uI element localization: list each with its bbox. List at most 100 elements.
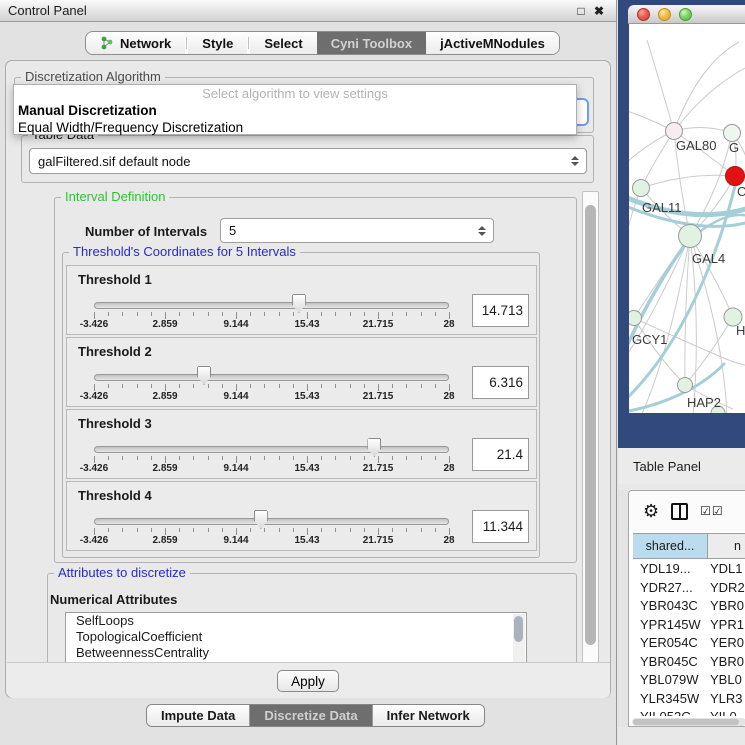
column-header-shared-name[interactable]: shared...: [633, 534, 708, 558]
gear-icon[interactable]: ⚙: [643, 502, 659, 520]
threshold-value-field[interactable]: 21.4: [472, 438, 529, 471]
table-data-combobox[interactable]: galFiltered.sif default node: [29, 148, 587, 174]
tick-mark: [179, 456, 180, 460]
tick-mark: [307, 456, 308, 463]
cell-name[interactable]: YBR0: [708, 597, 745, 616]
tick-mark: [335, 384, 336, 388]
dropdown-option-equal-width[interactable]: Equal Width/Frequency Discretization: [14, 119, 576, 136]
panel-scrollbar-thumb[interactable]: [585, 205, 596, 645]
cell-name[interactable]: YPR1: [708, 616, 745, 635]
slider-handle[interactable]: [367, 438, 381, 457]
table-row[interactable]: YDR27...YDR2: [633, 579, 745, 598]
list-item[interactable]: BetweennessCentrality: [66, 645, 526, 661]
tick-mark: [264, 384, 265, 388]
select-columns-checkbox-icons[interactable]: ☑☑: [700, 504, 724, 518]
number-of-intervals-combobox[interactable]: 5: [220, 218, 494, 243]
float-window-icon[interactable]: □: [572, 4, 590, 18]
table-data-group: Table Data galFiltered.sif default node: [21, 135, 594, 183]
table-row[interactable]: YDL19...YDL1: [633, 560, 745, 579]
cell-name[interactable]: YDR2: [708, 579, 745, 598]
tick-mark: [165, 312, 166, 319]
bottom-tabbar: Impute Data Discretize Data Infer Networ…: [146, 704, 485, 727]
cell-shared-name[interactable]: YDR27...: [633, 579, 708, 598]
tab-impute-data[interactable]: Impute Data: [147, 705, 249, 726]
cell-shared-name[interactable]: YER054C: [633, 634, 708, 653]
table-row[interactable]: YBR043CYBR0: [633, 597, 745, 616]
tab-select[interactable]: Select: [250, 32, 316, 54]
tab-impute-data-label: Impute Data: [161, 708, 235, 723]
network-window-titlebar[interactable]: [628, 5, 745, 24]
table-row[interactable]: YBL079WYBL0: [633, 671, 745, 690]
slider-handle[interactable]: [292, 294, 306, 313]
list-scrollbar-thumb[interactable]: [514, 616, 523, 642]
table-row[interactable]: YBR045CYBR0: [633, 653, 745, 672]
tab-discretize-data[interactable]: Discretize Data: [249, 705, 371, 726]
slider-track[interactable]: [94, 374, 449, 381]
cell-name[interactable]: YER0: [708, 634, 745, 653]
cell-shared-name[interactable]: YBL079W: [633, 671, 708, 690]
tab-separator: [248, 37, 249, 49]
network-nodes[interactable]: [629, 123, 745, 414]
zoom-traffic-light-icon[interactable]: [679, 8, 692, 21]
close-icon[interactable]: ✖: [590, 4, 608, 18]
tab-style-label: Style: [202, 36, 233, 51]
tab-style[interactable]: Style: [188, 32, 247, 54]
tick-mark: [279, 456, 280, 460]
cell-shared-name[interactable]: YDL19...: [633, 560, 708, 579]
cell-name[interactable]: YLR3: [708, 690, 745, 709]
tick-label: 21.715: [351, 535, 405, 546]
list-scrollbar[interactable]: [513, 614, 525, 663]
columns-icon[interactable]: [671, 503, 688, 520]
table-row[interactable]: YER054CYER0: [633, 634, 745, 653]
cell-name[interactable]: YIL0: [708, 708, 745, 716]
tab-cyni-toolbox[interactable]: Cyni Toolbox: [317, 32, 426, 54]
slider-handle[interactable]: [197, 366, 211, 385]
tick-mark: [222, 312, 223, 316]
node-red: [726, 167, 745, 186]
tab-network[interactable]: Network: [86, 32, 185, 54]
tick-label: -3.426: [67, 319, 121, 330]
list-item[interactable]: TopologicalCoefficient: [66, 629, 526, 645]
table-row[interactable]: YIL052CYIL0: [633, 708, 745, 716]
tick-mark: [321, 456, 322, 460]
cyni-panel: Discretization Algorithm Table Data galF…: [5, 60, 611, 698]
cell-shared-name[interactable]: YBR043C: [633, 597, 708, 616]
tick-mark: [151, 312, 152, 316]
cell-name[interactable]: YBR0: [708, 653, 745, 672]
table-horizontal-scrollbar-thumb[interactable]: [633, 719, 739, 725]
threshold-value-field[interactable]: 14.713: [472, 294, 529, 327]
table-row[interactable]: YPR145WYPR1: [633, 616, 745, 635]
threshold-value-field[interactable]: 11.344: [472, 510, 529, 543]
cell-name[interactable]: YBL0: [708, 671, 745, 690]
tab-jactivemnodules-label: jActiveMNodules: [440, 36, 545, 51]
tick-mark: [222, 528, 223, 532]
list-item[interactable]: SelfLoops: [66, 613, 526, 629]
node-label: C: [737, 184, 745, 199]
slider-track[interactable]: [94, 518, 449, 525]
cell-shared-name[interactable]: YPR145W: [633, 616, 708, 635]
minimize-traffic-light-icon[interactable]: [658, 8, 671, 21]
column-header-name[interactable]: n: [708, 534, 745, 558]
cell-name[interactable]: YDL1: [708, 560, 745, 579]
numerical-attributes-list[interactable]: SelfLoopsTopologicalCoefficientBetweenne…: [65, 612, 527, 663]
cell-shared-name[interactable]: YLR345W: [633, 690, 708, 709]
close-traffic-light-icon[interactable]: [637, 8, 650, 21]
algorithm-dropdown-popup: Select algorithm to view settings Manual…: [13, 84, 577, 135]
dropdown-option-manual[interactable]: Manual Discretization: [14, 102, 576, 119]
tab-jactivemnodules[interactable]: jActiveMNodules: [426, 32, 559, 54]
network-canvas[interactable]: GAL80 G C GAL11 GAL4 GCY1 H HAP2: [629, 24, 745, 413]
slider-handle[interactable]: [254, 510, 268, 529]
cell-shared-name[interactable]: YIL052C: [633, 708, 708, 716]
table-row[interactable]: YLR345WYLR3: [633, 690, 745, 709]
slider-track[interactable]: [94, 446, 449, 453]
cell-shared-name[interactable]: YBR045C: [633, 653, 708, 672]
slider-track[interactable]: [94, 302, 449, 309]
apply-button[interactable]: Apply: [277, 670, 339, 692]
panel-scrollbar[interactable]: [582, 191, 599, 663]
tick-mark: [236, 456, 237, 463]
tick-mark: [364, 456, 365, 460]
tick-mark: [250, 528, 251, 532]
tab-infer-network[interactable]: Infer Network: [372, 705, 484, 726]
threshold-value-field[interactable]: 6.316: [472, 366, 529, 399]
table-horizontal-scrollbar[interactable]: [632, 718, 745, 726]
